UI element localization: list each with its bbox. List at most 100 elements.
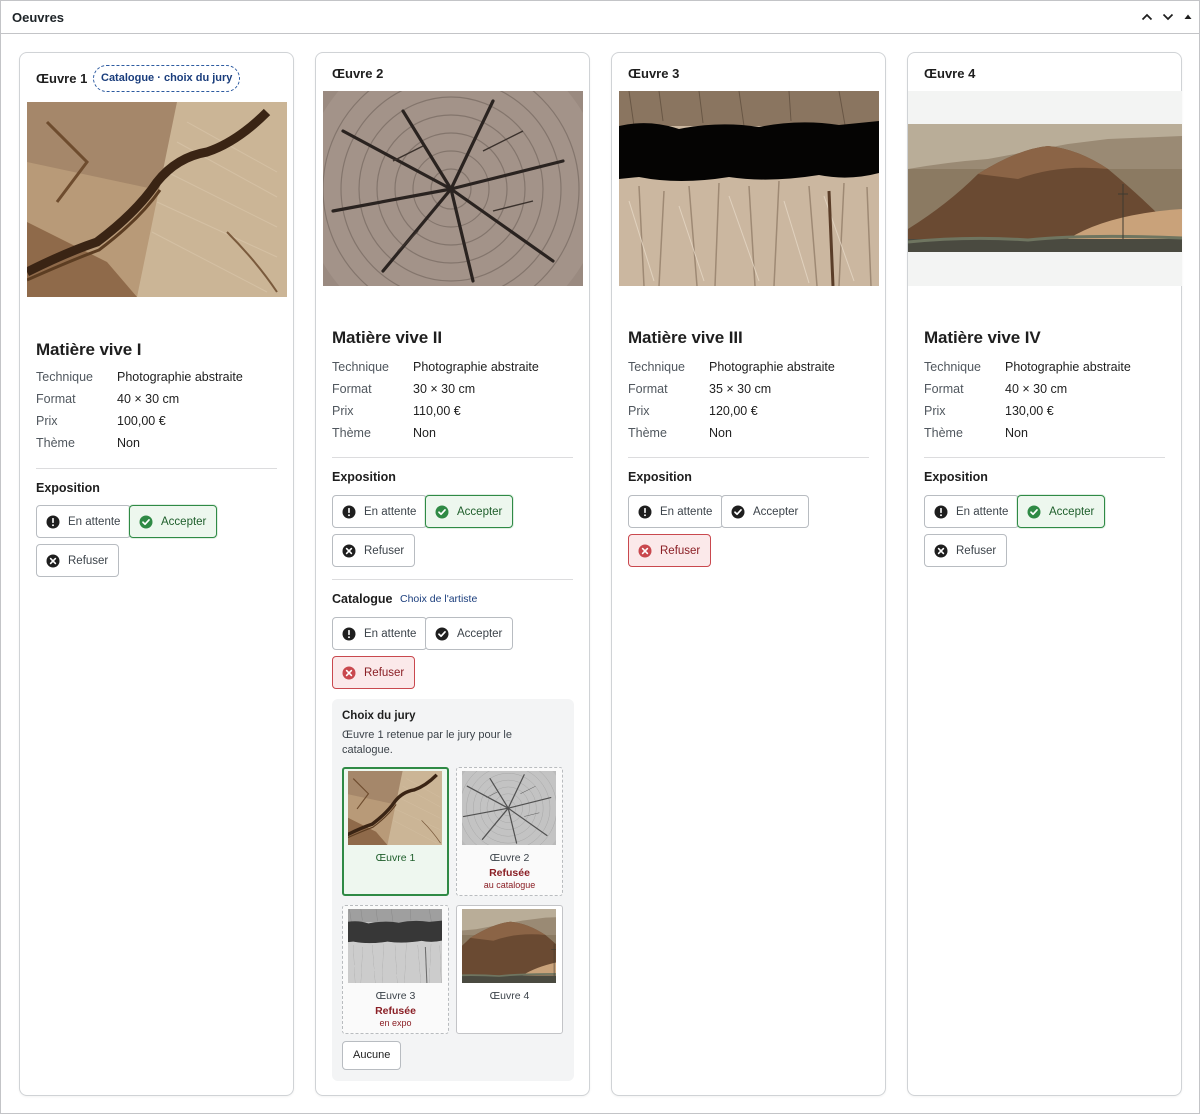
jury-thumb-4[interactable]: Œuvre 4 [456, 905, 563, 1034]
button-label: Refuser [956, 544, 997, 557]
work-card-2: Œuvre 2 Matière vive II Technique Photogr… [315, 52, 590, 1096]
button-label: Accepter [457, 627, 503, 640]
button-label: Refuser [68, 554, 109, 567]
thumb-status-detail: en expo [379, 1018, 412, 1028]
chevron-down-icon [1162, 13, 1174, 21]
button-label: Refuser [364, 666, 405, 679]
meta-value: 35 × 30 cm [709, 382, 772, 396]
meta-value: Photographie abstraite [413, 360, 539, 374]
exposition-refuse-button[interactable]: Refuser [36, 544, 120, 577]
x-circle-icon [342, 544, 356, 558]
catalogue-pending-button[interactable]: En attente [332, 617, 428, 650]
exposition-pending-button[interactable]: En attente [332, 495, 428, 528]
panel-header: Oeuvres [1, 1, 1199, 34]
meta-key: Format [924, 382, 964, 396]
catalogue-jury-badge: Catalogue · choix du jury [93, 65, 241, 92]
meta-value: Photographie abstraite [1005, 360, 1131, 374]
divider [332, 457, 573, 458]
meta-value: Non [413, 426, 436, 440]
jury-description: Œuvre 1 retenue par le jury pour le cata… [342, 729, 512, 756]
meta-key: Format [628, 382, 668, 396]
meta-value: 130,00 € [1005, 404, 1054, 418]
jury-thumb-3[interactable]: Œuvre 3 Refusée en expo [342, 905, 449, 1034]
meta-key: Thème [332, 426, 371, 440]
exposition-accept-button[interactable]: Accepter [425, 495, 514, 528]
meta-key: Format [36, 392, 76, 406]
exposition-accept-button[interactable]: Accepter [129, 505, 218, 538]
button-label: En attente [364, 627, 417, 640]
divider [924, 457, 1165, 458]
move-down-button[interactable] [1159, 8, 1177, 26]
meta-value: 40 × 30 cm [1005, 382, 1068, 396]
jury-thumb-2[interactable]: Œuvre 2 Refusée au catalogue [456, 767, 563, 896]
x-circle-icon [934, 544, 948, 558]
jury-thumb-1[interactable]: Œuvre 1 [342, 767, 449, 896]
meta-value: Non [117, 436, 140, 450]
exclamation-circle-icon [638, 505, 652, 519]
meta-value: Photographie abstraite [709, 360, 835, 374]
meta-value: Photographie abstraite [117, 370, 243, 384]
exposition-pending-button[interactable]: En attente [924, 495, 1020, 528]
toggle-panel-button[interactable] [1181, 8, 1195, 26]
move-up-button[interactable] [1138, 8, 1156, 26]
thumb-status-detail: au catalogue [483, 880, 536, 890]
exposition-refuse-button[interactable]: Refuser [628, 534, 712, 567]
exposition-refuse-button[interactable]: Refuser [332, 534, 416, 567]
jury-none-button[interactable]: Aucune [342, 1041, 402, 1070]
work-image [323, 91, 583, 286]
divider [36, 468, 277, 469]
meta-value: Non [709, 426, 732, 440]
exposition-pending-button[interactable]: En attente [36, 505, 132, 538]
thumb-status: Refusée [375, 1005, 416, 1017]
meta-value: 110,00 € [413, 404, 461, 418]
exposition-label: Exposition [332, 470, 396, 484]
meta-key: Prix [924, 404, 946, 418]
exposition-pending-button[interactable]: En attente [628, 495, 724, 528]
caret-up-icon [1184, 14, 1192, 19]
catalogue-accept-button[interactable]: Accepter [425, 617, 514, 650]
work-name: Matière vive I [36, 340, 142, 359]
exposition-label: Exposition [628, 470, 692, 484]
meta-key: Format [332, 382, 372, 396]
thumb-name: Œuvre 4 [489, 990, 530, 1002]
meta-key: Prix [628, 404, 650, 418]
panel-title: Oeuvres [12, 10, 65, 25]
meta-value: Non [1005, 426, 1028, 440]
work-name: Matière vive II [332, 328, 443, 347]
jury-choice-panel: Choix du jury Œuvre 1 retenue par le jur… [332, 699, 574, 1081]
work-image [908, 91, 1182, 286]
button-label: En attente [956, 505, 1009, 518]
thumb-image [348, 771, 442, 845]
catalogue-refuse-button[interactable]: Refuser [332, 656, 416, 689]
work-image [619, 91, 879, 286]
card-title: Œuvre 3 [628, 66, 680, 81]
oeuvres-panel: Oeuvres Œuvre 1 Catalogue · choix du jur… [0, 0, 1200, 1114]
button-label: Accepter [161, 515, 207, 528]
meta-value: 120,00 € [709, 404, 758, 418]
button-label: Accepter [753, 505, 799, 518]
meta-value: 30 × 30 cm [413, 382, 476, 396]
exclamation-circle-icon [342, 627, 356, 641]
thumb-name: Œuvre 1 [375, 852, 416, 864]
exposition-refuse-button[interactable]: Refuser [924, 534, 1008, 567]
thumb-name: Œuvre 2 [489, 852, 530, 864]
button-label: Refuser [660, 544, 701, 557]
exposition-label: Exposition [924, 470, 988, 484]
thumb-image [348, 909, 442, 983]
button-label: Accepter [1049, 505, 1095, 518]
meta-key: Technique [628, 360, 685, 374]
exposition-accept-button[interactable]: Accepter [1017, 495, 1106, 528]
check-circle-icon [435, 627, 449, 641]
work-name: Matière vive IV [924, 328, 1041, 347]
work-card-4: Œuvre 4 Matière vive IV Technique Photogr… [907, 52, 1182, 1096]
meta-key: Thème [924, 426, 963, 440]
button-label: Refuser [364, 544, 405, 557]
card-title: Œuvre 1 [36, 71, 88, 86]
thumb-name: Œuvre 3 [375, 990, 416, 1002]
meta-key: Prix [36, 414, 58, 428]
exposition-accept-button[interactable]: Accepter [721, 495, 810, 528]
check-circle-icon [1027, 505, 1041, 519]
card-title: Œuvre 2 [332, 66, 384, 81]
exclamation-circle-icon [46, 515, 60, 529]
work-meta: Technique Photographie abstraite Format 35… [628, 357, 868, 445]
